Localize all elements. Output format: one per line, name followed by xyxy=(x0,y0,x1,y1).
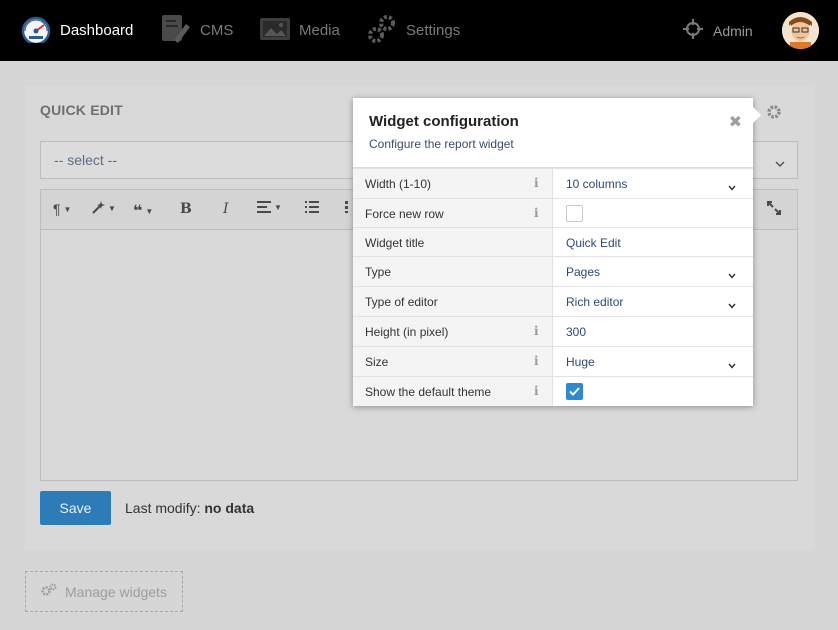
config-row-default-theme: Show the default theme i xyxy=(353,376,753,406)
info-icon[interactable]: i xyxy=(534,206,539,220)
chevron-down-icon xyxy=(728,268,736,282)
config-label: Force new row xyxy=(353,199,553,228)
config-label: Show the default theme xyxy=(353,377,553,406)
config-label: Type xyxy=(353,257,553,286)
document-edit-icon xyxy=(160,14,192,48)
quote-icon[interactable]: ❝ ▼ xyxy=(133,201,153,221)
config-row-size: Size i Huge xyxy=(353,346,753,376)
manage-widgets-button[interactable]: Manage widgets xyxy=(25,571,183,612)
popover-title: Widget configuration xyxy=(369,113,519,130)
nav-dashboard-label: Dashboard xyxy=(60,22,134,39)
default-theme-checkbox[interactable] xyxy=(566,383,583,400)
info-icon[interactable]: i xyxy=(534,384,539,398)
unordered-list-icon[interactable] xyxy=(345,201,353,213)
info-icon[interactable]: i xyxy=(534,354,539,368)
widget-config-popover: Widget configuration Configure the repor… xyxy=(353,98,761,406)
fullscreen-icon[interactable] xyxy=(767,201,781,215)
gear-icon[interactable] xyxy=(766,104,782,123)
magic-wand-icon[interactable]: ▼ xyxy=(91,201,116,215)
width-select[interactable]: 10 columns xyxy=(553,169,753,198)
nav-admin[interactable]: Admin xyxy=(683,0,753,61)
nav-media[interactable]: Media xyxy=(259,0,340,61)
panel-title: QUICK EDIT xyxy=(40,102,123,118)
manage-widgets-label: Manage widgets xyxy=(65,583,167,600)
info-icon[interactable]: i xyxy=(534,176,539,190)
last-modify-label: Last modify: xyxy=(125,500,201,516)
close-icon[interactable]: ✖ xyxy=(729,112,742,132)
force-new-row-cell xyxy=(553,199,753,228)
chevron-down-icon xyxy=(775,155,785,171)
config-row-editor-type: Type of editor Rich editor xyxy=(353,286,753,316)
popover-header: Widget configuration Configure the repor… xyxy=(353,98,753,168)
config-row-width: Width (1-10) i 10 columns xyxy=(353,168,753,198)
config-label: Height (in pixel) xyxy=(353,317,553,346)
config-label: Size xyxy=(353,347,553,376)
last-modify-text: Last modify: no data xyxy=(125,500,254,516)
paragraph-icon[interactable]: ¶ ▼ xyxy=(53,201,71,217)
last-modify-value: no data xyxy=(204,500,255,516)
bold-icon[interactable]: B xyxy=(180,201,192,217)
check-icon xyxy=(569,387,580,396)
italic-icon[interactable]: I xyxy=(223,201,229,217)
size-select[interactable]: Huge xyxy=(553,347,753,376)
gears-icon xyxy=(366,13,398,49)
config-label: Widget title xyxy=(353,228,553,257)
chevron-down-icon xyxy=(728,180,736,194)
chevron-down-icon xyxy=(728,298,736,312)
height-input[interactable]: 300 xyxy=(553,317,753,346)
ordered-list-icon[interactable] xyxy=(305,201,319,213)
speedometer-icon xyxy=(20,15,52,47)
align-icon[interactable]: ▼ xyxy=(257,201,282,213)
popover-subtitle: Configure the report widget xyxy=(369,137,514,151)
config-row-force-new-row: Force new row i xyxy=(353,198,753,228)
nav-cms[interactable]: CMS xyxy=(160,0,233,61)
user-avatar[interactable] xyxy=(782,12,819,49)
config-row-widget-title: Widget title Quick Edit xyxy=(353,227,753,257)
default-theme-cell xyxy=(553,377,753,406)
editor-type-select[interactable]: Rich editor xyxy=(553,287,753,316)
chevron-down-icon xyxy=(728,358,736,372)
editor-type-value: Rich editor xyxy=(566,295,624,309)
save-button[interactable]: Save xyxy=(40,491,111,525)
config-row-type: Type Pages xyxy=(353,256,753,286)
nav-settings-label: Settings xyxy=(406,22,461,39)
crosshair-icon xyxy=(683,19,703,42)
type-select[interactable]: Pages xyxy=(553,257,753,286)
nav-settings[interactable]: Settings xyxy=(366,0,460,61)
info-icon[interactable]: i xyxy=(534,324,539,338)
config-row-height: Height (in pixel) i 300 xyxy=(353,316,753,346)
width-value: 10 columns xyxy=(566,177,628,191)
nav-admin-label: Admin xyxy=(713,22,753,39)
top-navbar: Dashboard CMS Media Settings Admin xyxy=(0,0,838,61)
nav-cms-label: CMS xyxy=(200,22,234,39)
force-new-row-checkbox[interactable] xyxy=(566,205,583,222)
widget-title-input[interactable]: Quick Edit xyxy=(553,228,753,257)
type-value: Pages xyxy=(566,265,601,279)
nav-dashboard[interactable]: Dashboard xyxy=(20,0,133,61)
page-select-value: -- select -- xyxy=(54,152,117,168)
gears-icon xyxy=(41,583,57,600)
config-label: Width (1-10) xyxy=(353,169,553,198)
config-label: Type of editor xyxy=(353,287,553,316)
image-icon xyxy=(259,16,291,46)
size-value: Huge xyxy=(566,355,595,369)
nav-media-label: Media xyxy=(299,22,340,39)
